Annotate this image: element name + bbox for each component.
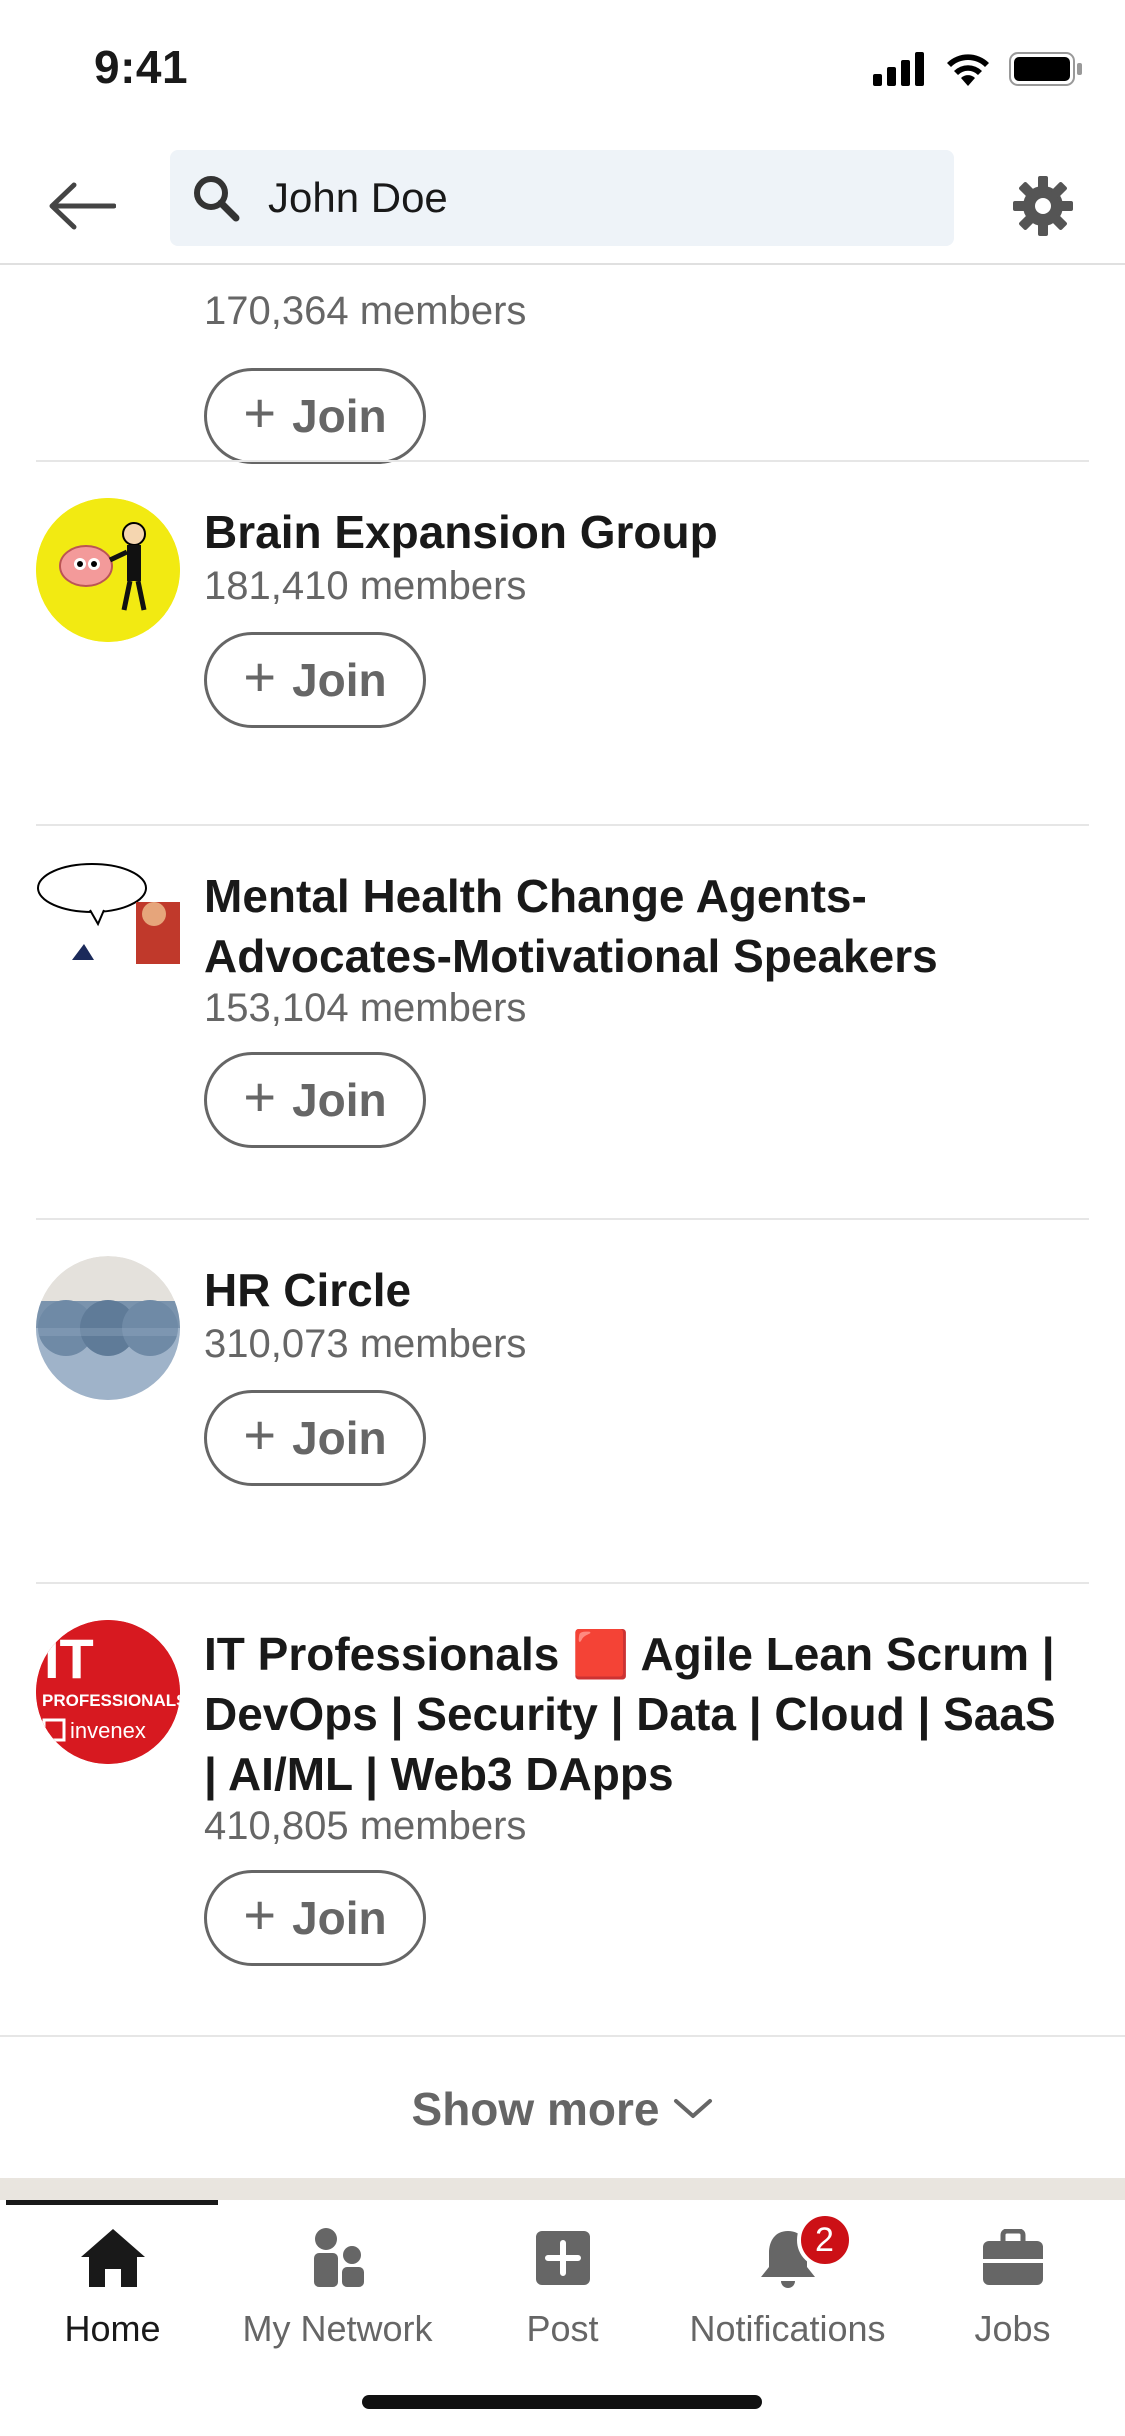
search-header: John Doe — [0, 140, 1125, 265]
nav-label: My Network — [242, 2308, 433, 2349]
group-title-line: DevOps | Security | Data | Cloud | SaaS — [204, 1688, 1056, 1740]
nav-my-network[interactable]: My Network — [225, 2210, 450, 2350]
group-title[interactable]: HR Circle — [204, 1260, 1084, 1320]
wifi-icon — [947, 54, 989, 86]
group-logo — [36, 862, 180, 1006]
settings-button[interactable] — [1003, 166, 1083, 246]
show-more-label: Show more — [411, 2082, 660, 2135]
home-indicator — [362, 2395, 762, 2409]
group-title-line: | AI/ML | Web3 DApps — [204, 1748, 674, 1800]
search-input[interactable]: John Doe — [170, 150, 954, 246]
group-title[interactable]: Mental Health Change Agents- Advocates-M… — [204, 866, 1084, 986]
group-members: 170,364 members — [204, 289, 527, 333]
join-button[interactable]: + Join — [204, 1390, 426, 1486]
nav-home[interactable]: Home — [0, 2210, 225, 2350]
cellular-signal-icon — [873, 52, 924, 86]
nav-notifications[interactable]: 2 Notifications — [675, 2210, 900, 2350]
nav-label: Notifications — [689, 2308, 886, 2349]
group-title-line: Advocates-Motivational Speakers — [204, 930, 938, 982]
join-button[interactable]: + Join — [204, 1870, 426, 1966]
group-logo — [36, 1256, 180, 1400]
status-icons — [873, 52, 1083, 86]
search-icon — [190, 172, 242, 224]
plus-icon: + — [243, 645, 277, 708]
status-bar: 9:41 — [0, 0, 1125, 140]
logo-text-invenex: invenex — [70, 1718, 146, 1743]
search-query: John Doe — [268, 174, 448, 221]
plus-icon: + — [243, 1403, 277, 1466]
list-item[interactable]: HR Circle 310,073 members + Join — [0, 1220, 1125, 1582]
post-icon — [528, 2226, 598, 2290]
status-time: 9:41 — [94, 41, 189, 93]
briefcase-icon — [978, 2226, 1048, 2290]
nav-label: Home — [64, 2308, 161, 2349]
join-label: Join — [292, 390, 387, 442]
nav-jobs[interactable]: Jobs — [900, 2210, 1125, 2350]
network-icon — [303, 2226, 373, 2290]
group-members: 410,805 members — [204, 1804, 527, 1848]
show-more-button[interactable]: Show more — [0, 2035, 1125, 2180]
join-button[interactable]: + Join — [204, 632, 426, 728]
back-button[interactable] — [42, 166, 122, 246]
group-members: 310,073 members — [204, 1322, 527, 1366]
group-title-line: IT Professionals 🟥 Agile Lean Scrum | — [204, 1628, 1055, 1680]
chevron-down-icon — [674, 2098, 713, 2118]
search-results-list: 170,364 members + Join Brain Expansion G… — [0, 265, 1125, 2200]
section-separator — [0, 2178, 1125, 2200]
gear-icon — [1013, 176, 1073, 236]
battery-icon — [1009, 52, 1082, 86]
group-members: 153,104 members — [204, 986, 527, 1030]
group-logo: IT PROFESSIONALS invenex — [36, 1620, 180, 1764]
nav-label: Post — [526, 2308, 599, 2349]
list-item[interactable]: IT PROFESSIONALS invenex IT Professional… — [0, 1584, 1125, 2034]
group-members: 181,410 members — [204, 564, 527, 608]
nav-label: Jobs — [974, 2308, 1051, 2349]
arrow-left-icon — [49, 182, 116, 230]
nav-post[interactable]: Post — [450, 2210, 675, 2350]
join-label: Join — [292, 1412, 387, 1464]
home-icon — [78, 2226, 148, 2290]
group-logo — [36, 498, 180, 642]
logo-text-professionals: PROFESSIONALS — [42, 1691, 180, 1710]
join-label: Join — [292, 1892, 387, 1944]
group-title-line: Mental Health Change Agents- — [204, 870, 867, 922]
plus-icon: + — [243, 1883, 277, 1946]
logo-text-it: IT — [44, 1627, 94, 1690]
list-item[interactable]: Brain Expansion Group 181,410 members + … — [0, 462, 1125, 824]
bell-icon: 2 — [753, 2212, 853, 2290]
group-title[interactable]: IT Professionals 🟥 Agile Lean Scrum | De… — [204, 1624, 1084, 1804]
join-button[interactable]: + Join — [204, 1052, 426, 1148]
active-tab-indicator — [6, 2200, 218, 2205]
notification-badge: 2 — [796, 2212, 853, 2268]
join-label: Join — [292, 654, 387, 706]
join-label: Join — [292, 1074, 387, 1126]
group-title[interactable]: Brain Expansion Group — [204, 502, 1084, 562]
join-button[interactable]: + Join — [204, 368, 426, 464]
list-item[interactable]: Mental Health Change Agents- Advocates-M… — [0, 826, 1125, 1218]
plus-icon: + — [243, 381, 277, 444]
plus-icon: + — [243, 1065, 277, 1128]
